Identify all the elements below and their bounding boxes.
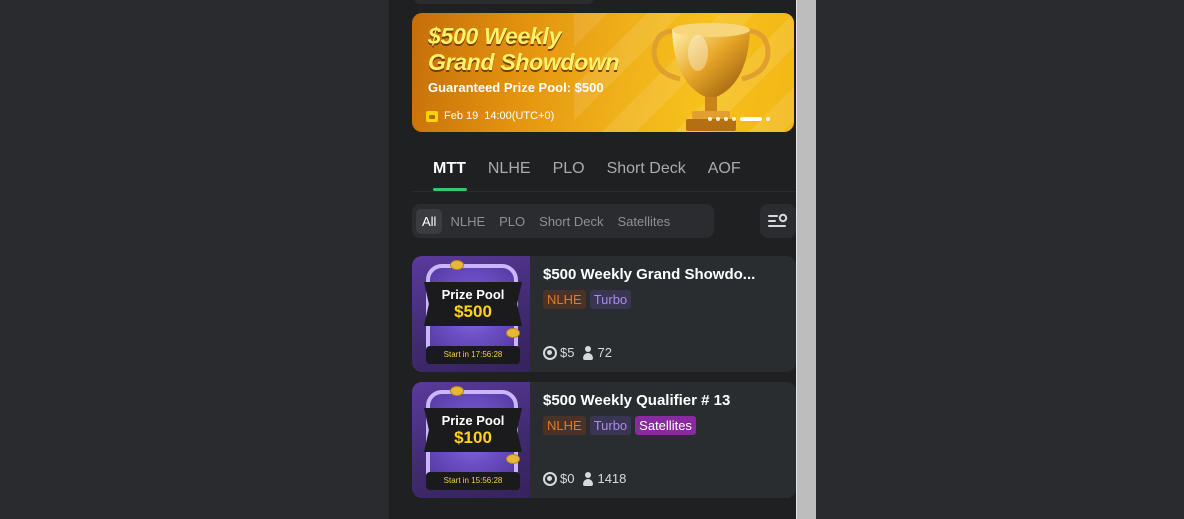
- person-icon: [582, 471, 594, 486]
- calendar-icon: [426, 110, 438, 122]
- tab-short-deck[interactable]: Short Deck: [596, 160, 697, 192]
- buy-in-value: $0: [560, 471, 575, 486]
- banner-subtitle: Guaranteed Prize Pool: $500: [428, 80, 604, 95]
- filter-nlhe[interactable]: NLHE: [444, 209, 491, 234]
- prize-amount: $500: [454, 301, 492, 321]
- game-type-tabs: MTT NLHE PLO Short Deck AOF: [412, 160, 796, 192]
- banner-date-row: Feb 19 14:00(UTC+0): [426, 110, 554, 122]
- carousel-dot[interactable]: [716, 117, 720, 121]
- tournament-meta: $0 1418: [543, 471, 626, 486]
- carousel-dot[interactable]: [732, 117, 736, 121]
- tournament-title: $500 Weekly Grand Showdo...: [543, 266, 756, 283]
- buy-in: $0: [543, 471, 574, 486]
- buy-in-value: $5: [560, 345, 575, 360]
- player-count-value: 72: [597, 345, 612, 360]
- carousel-dots[interactable]: [708, 117, 770, 121]
- carousel-dot[interactable]: [724, 117, 728, 121]
- tournament-thumbnail: Prize Pool $500 Start in 17:56:28: [412, 256, 530, 372]
- banner-title: $500 Weekly Grand Showdown: [428, 23, 648, 75]
- filter-satellites[interactable]: Satellites: [611, 209, 676, 234]
- carousel-dot[interactable]: [708, 117, 712, 121]
- tournament-card[interactable]: Prize Pool $100 Start in 15:56:28 $500 W…: [412, 382, 796, 498]
- prize-plate: Prize Pool $500: [424, 282, 522, 326]
- top-bar-stub: [414, 0, 594, 4]
- filter-short-deck[interactable]: Short Deck: [533, 209, 609, 234]
- tab-plo[interactable]: PLO: [542, 160, 596, 192]
- banner-time: 14:00(UTC+0): [484, 110, 555, 122]
- tab-nlhe[interactable]: NLHE: [477, 160, 542, 192]
- tournament-meta: $5 72: [543, 345, 612, 360]
- tab-mtt[interactable]: MTT: [412, 160, 477, 192]
- chip-icon: [543, 345, 557, 360]
- banner-date: Feb 19: [444, 110, 479, 122]
- carousel-dot[interactable]: [766, 117, 770, 121]
- tournament-title: $500 Weekly Qualifier # 13: [543, 392, 731, 409]
- chip-icon: [543, 471, 557, 486]
- filter-all[interactable]: All: [416, 208, 443, 234]
- prize-label: Prize Pool: [441, 412, 505, 428]
- filter-plo[interactable]: PLO: [493, 209, 531, 234]
- start-countdown: Start in 15:56:28: [426, 472, 520, 490]
- trophy-icon: [651, 23, 771, 131]
- app-panel: $500 Weekly Grand Showdown Guaranteed Pr…: [390, 0, 796, 519]
- tournament-thumbnail: Prize Pool $100 Start in 15:56:28: [412, 382, 530, 498]
- tag-nlhe: NLHE: [543, 416, 586, 435]
- right-backdrop: [816, 0, 1184, 519]
- tag-list: NLHE Turbo Satellites: [543, 416, 696, 435]
- left-backdrop: [0, 0, 389, 519]
- coin-icon: [506, 454, 520, 464]
- player-count: 72: [582, 345, 612, 360]
- buy-in: $5: [543, 345, 574, 360]
- player-count: 1418: [582, 471, 626, 486]
- tag-turbo: Turbo: [589, 290, 632, 309]
- promo-banner[interactable]: $500 Weekly Grand Showdown Guaranteed Pr…: [412, 13, 794, 132]
- tag-list: NLHE Turbo: [543, 290, 632, 309]
- tag-turbo: Turbo: [589, 416, 632, 435]
- sort-filter-button[interactable]: [760, 204, 796, 238]
- tag-satellites: Satellites: [635, 416, 696, 435]
- prize-label: Prize Pool: [441, 286, 505, 302]
- sub-filter-bar: All NLHE PLO Short Deck Satellites: [412, 204, 714, 238]
- start-countdown: Start in 17:56:28: [426, 346, 520, 364]
- coin-icon: [450, 260, 464, 270]
- carousel-dot-active[interactable]: [740, 117, 762, 121]
- prize-plate: Prize Pool $100: [424, 408, 522, 452]
- tournament-card[interactable]: Prize Pool $500 Start in 17:56:28 $500 W…: [412, 256, 796, 372]
- scrollbar-thumb[interactable]: [796, 0, 816, 519]
- banner-title-line1: $500 Weekly: [428, 23, 562, 49]
- prize-amount: $100: [454, 427, 492, 447]
- coin-icon: [450, 386, 464, 396]
- tabs-divider: [412, 191, 796, 192]
- player-count-value: 1418: [597, 471, 627, 486]
- tab-aof[interactable]: AOF: [697, 160, 752, 192]
- person-icon: [582, 345, 594, 360]
- coin-icon: [506, 328, 520, 338]
- filter-settings-icon: [768, 213, 788, 227]
- tag-nlhe: NLHE: [543, 290, 586, 309]
- banner-title-line2: Grand Showdown: [428, 49, 620, 75]
